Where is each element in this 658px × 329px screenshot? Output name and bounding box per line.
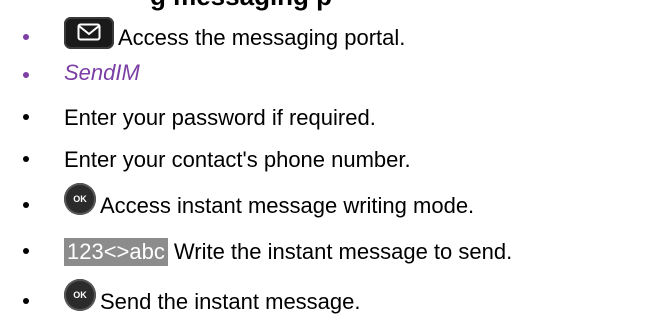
list-item: Enter your password if required. [0, 98, 658, 138]
ok-key-icon: OK [64, 183, 96, 215]
menu-item-sendim: SendIM [64, 60, 140, 85]
envelope-key-icon [64, 17, 114, 49]
ok-key-label: OK [73, 290, 87, 300]
bullet [23, 298, 29, 304]
ok-key-icon: OK [64, 279, 96, 311]
step-text: Send the instant message. [100, 289, 361, 314]
step-text: Write the instant message to send. [173, 239, 513, 264]
list-item: Access the messaging portal. [0, 17, 658, 58]
abc-key-icon: 123<>abc [64, 238, 168, 266]
list-item: OK Send the instant message. [0, 279, 658, 322]
ok-key-label: OK [73, 194, 87, 204]
bullet [23, 156, 29, 162]
list-item: SendIM [0, 56, 658, 96]
list-item: OK Access instant message writing mode. [0, 183, 658, 226]
list-item: Enter your contact's phone number. [0, 140, 658, 180]
section-heading-partial: g messaging p [150, 0, 332, 12]
bullet [23, 202, 29, 208]
bullet [23, 248, 29, 254]
step-text: Enter your contact's phone number. [64, 147, 411, 172]
bullet [23, 72, 29, 78]
bullet [23, 114, 29, 120]
list-item: 123<>abc Write the instant message to se… [0, 232, 658, 272]
step-text: Access instant message writing mode. [100, 193, 475, 218]
step-text: Enter your password if required. [64, 105, 376, 130]
step-text: Access the messaging portal. [118, 25, 406, 50]
bullet [23, 34, 29, 40]
